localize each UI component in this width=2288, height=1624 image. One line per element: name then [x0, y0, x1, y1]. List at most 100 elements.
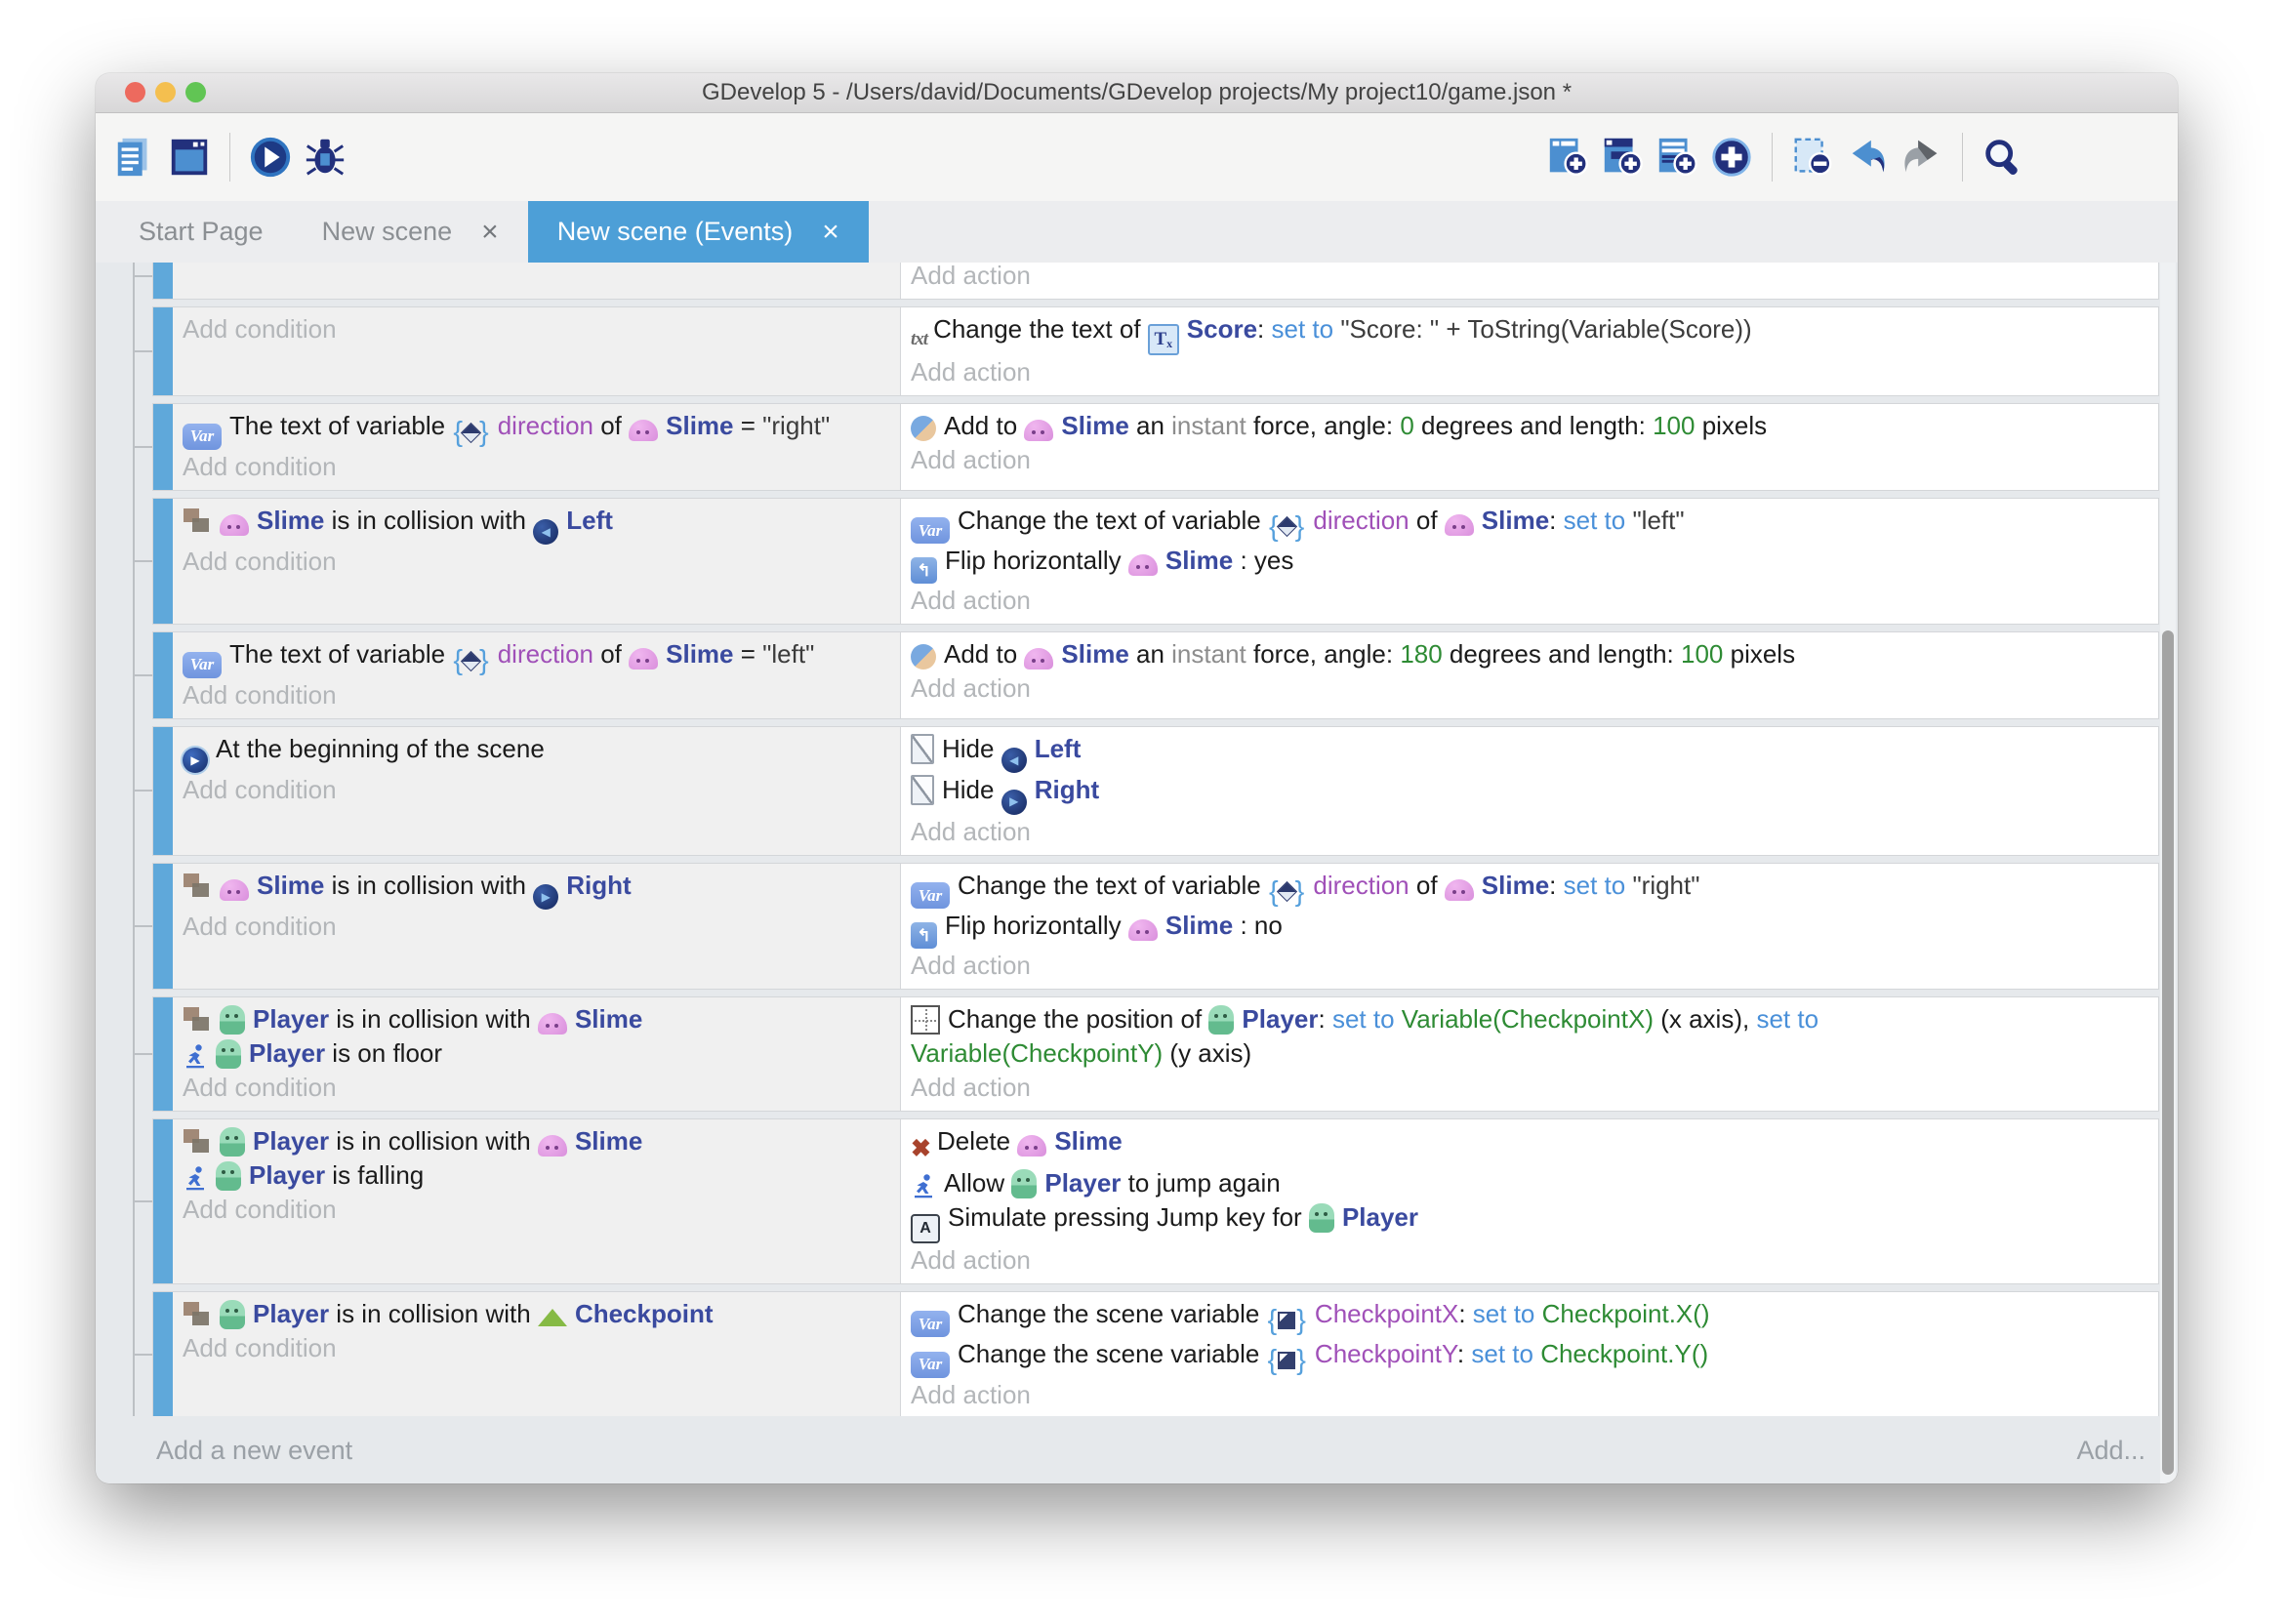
actions-cell[interactable]: VarChange the text of variable {}directi…: [901, 499, 2158, 625]
actions-cell[interactable]: Add action: [901, 263, 2158, 299]
action-line[interactable]: Add to Slime an instant force, angle: 18…: [911, 637, 2146, 671]
condition-line[interactable]: Player is in collision with Checkpoint: [183, 1297, 888, 1331]
add-action-link[interactable]: Add action: [911, 949, 2146, 983]
undo-icon[interactable]: [1843, 132, 1892, 183]
zoom-window-button[interactable]: [185, 82, 206, 102]
actions-cell[interactable]: VarChange the scene variable {}Checkpoin…: [901, 1292, 2158, 1417]
actions-cell[interactable]: VarChange the text of variable {}directi…: [901, 864, 2158, 990]
add-event-icon[interactable]: [1543, 132, 1592, 183]
actions-cell[interactable]: txtChange the text of TxScore: set to "S…: [901, 307, 2158, 395]
project-manager-icon[interactable]: [110, 132, 159, 183]
condition-line[interactable]: ▶At the beginning of the scene: [183, 732, 888, 774]
add-action-link[interactable]: Add action: [911, 671, 2146, 706]
condition-line[interactable]: Player is in collision with Slime: [183, 1002, 888, 1036]
add-new-event-button[interactable]: Add a new event: [156, 1436, 352, 1466]
actions-cell[interactable]: Add to Slime an instant force, angle: 0 …: [901, 404, 2158, 490]
event-drag-handle[interactable]: [153, 727, 173, 855]
condition-line[interactable]: Player is on floor: [183, 1036, 888, 1071]
tab-close-icon[interactable]: ×: [481, 218, 499, 247]
tab-close-icon[interactable]: ×: [822, 218, 839, 247]
action-line[interactable]: Hide ▶Right: [911, 773, 2146, 815]
event-row[interactable]: Slime is in collision with ◀LeftAdd cond…: [152, 498, 2159, 626]
add-comment-icon[interactable]: [1653, 132, 1701, 183]
add-button[interactable]: Add...: [2076, 1436, 2145, 1466]
add-action-link[interactable]: Add action: [911, 815, 2146, 849]
action-line[interactable]: txtChange the text of TxScore: set to "S…: [911, 312, 2146, 355]
add-condition-link[interactable]: Add condition: [183, 312, 888, 346]
conditions-cell[interactable]: Player is in collision with SlimePlayer …: [173, 997, 901, 1111]
event-row[interactable]: Player is in collision with SlimePlayer …: [152, 996, 2159, 1112]
play-icon[interactable]: [246, 132, 295, 183]
add-action-link[interactable]: Add action: [911, 584, 2146, 618]
debug-icon[interactable]: [301, 132, 349, 183]
event-row[interactable]: Player is in collision with Checkpoint Ad…: [152, 1291, 2159, 1417]
actions-cell[interactable]: Add to Slime an instant force, angle: 18…: [901, 632, 2158, 718]
add-action-link[interactable]: Add action: [911, 1378, 2146, 1412]
tab-start-page[interactable]: Start Page: [109, 201, 293, 263]
action-line[interactable]: ✖Delete Slime: [911, 1124, 2146, 1166]
add-action-link[interactable]: Add action: [911, 1243, 2146, 1278]
add-condition-link[interactable]: Add condition: [183, 773, 888, 807]
conditions-cell[interactable]: Player is in collision with CheckpointAd…: [173, 1292, 901, 1417]
event-row[interactable]: Player is in collision with SlimePlayer …: [152, 1118, 2159, 1284]
event-row[interactable]: Add action: [152, 263, 2159, 300]
conditions-cell[interactable]: Player is in collision with SlimePlayer …: [173, 1119, 901, 1283]
add-action-link[interactable]: Add action: [911, 1071, 2146, 1105]
condition-line[interactable]: VarThe text of variable {}direction of S…: [183, 637, 888, 678]
event-drag-handle[interactable]: [153, 307, 173, 395]
add-action-link[interactable]: Add action: [911, 263, 2146, 293]
event-drag-handle[interactable]: [153, 997, 173, 1111]
event-row[interactable]: Add condition txtChange the text of TxSco…: [152, 306, 2159, 396]
search-icon[interactable]: [1979, 132, 2027, 183]
action-line[interactable]: ↰Flip horizontally Slime : no: [911, 909, 2146, 949]
delete-event-icon[interactable]: [1788, 132, 1837, 183]
conditions-cell[interactable]: VarThe text of variable {}direction of S…: [173, 404, 901, 490]
action-line[interactable]: VarChange the scene variable {}Checkpoin…: [911, 1297, 2146, 1338]
action-line[interactable]: VarChange the scene variable {}Checkpoin…: [911, 1337, 2146, 1378]
action-line[interactable]: ↰Flip horizontally Slime : yes: [911, 544, 2146, 584]
event-drag-handle[interactable]: [153, 632, 173, 718]
conditions-cell[interactable]: ▶At the beginning of the sceneAdd condit…: [173, 727, 901, 855]
tab-new-scene[interactable]: New scene×: [293, 201, 528, 263]
action-line[interactable]: Add to Slime an instant force, angle: 0 …: [911, 409, 2146, 443]
actions-cell[interactable]: ✖Delete SlimeAllow Player to jump againA…: [901, 1119, 2158, 1283]
event-drag-handle[interactable]: [153, 404, 173, 490]
event-drag-handle[interactable]: [153, 263, 173, 299]
action-line[interactable]: ASimulate pressing Jump key for Player: [911, 1200, 2146, 1243]
condition-line[interactable]: Slime is in collision with ◀Left: [183, 504, 888, 546]
conditions-cell[interactable]: [173, 263, 901, 299]
add-action-link[interactable]: Add action: [911, 443, 2146, 477]
add-circle-icon[interactable]: [1707, 132, 1756, 183]
add-condition-link[interactable]: Add condition: [183, 545, 888, 579]
redo-icon[interactable]: [1898, 132, 1946, 183]
event-row[interactable]: ▶At the beginning of the sceneAdd condit…: [152, 726, 2159, 856]
event-row[interactable]: VarThe text of variable {}direction of S…: [152, 403, 2159, 491]
add-condition-link[interactable]: Add condition: [183, 1193, 888, 1227]
event-drag-handle[interactable]: [153, 499, 173, 625]
actions-cell[interactable]: Hide ◀LeftHide ▶RightAdd action: [901, 727, 2158, 855]
event-drag-handle[interactable]: [153, 1292, 173, 1417]
action-line[interactable]: VarChange the text of variable {}directi…: [911, 869, 2146, 910]
add-action-link[interactable]: Add action: [911, 355, 2146, 389]
event-drag-handle[interactable]: [153, 864, 173, 990]
event-row[interactable]: VarThe text of variable {}direction of S…: [152, 631, 2159, 719]
conditions-cell[interactable]: Add condition: [173, 307, 901, 395]
conditions-cell[interactable]: Slime is in collision with ◀LeftAdd cond…: [173, 499, 901, 625]
conditions-cell[interactable]: Slime is in collision with ▶RightAdd con…: [173, 864, 901, 990]
tab-new-scene-events-[interactable]: New scene (Events)×: [528, 201, 869, 263]
condition-line[interactable]: Player is in collision with Slime: [183, 1124, 888, 1158]
action-line[interactable]: Change the position of Player: set to Va…: [911, 1002, 2146, 1036]
action-line[interactable]: Hide ◀Left: [911, 732, 2146, 774]
action-line[interactable]: Variable(CheckpointY) (y axis): [911, 1036, 2146, 1071]
action-line[interactable]: VarChange the text of variable {}directi…: [911, 504, 2146, 545]
add-condition-link[interactable]: Add condition: [183, 910, 888, 944]
add-condition-link[interactable]: Add condition: [183, 678, 888, 712]
add-condition-link[interactable]: Add condition: [183, 1071, 888, 1105]
add-condition-link[interactable]: Add condition: [183, 450, 888, 484]
condition-line[interactable]: Player is falling: [183, 1158, 888, 1193]
action-line[interactable]: Allow Player to jump again: [911, 1166, 2146, 1200]
conditions-cell[interactable]: VarThe text of variable {}direction of S…: [173, 632, 901, 718]
event-row[interactable]: Slime is in collision with ▶RightAdd con…: [152, 863, 2159, 991]
scene-editor-icon[interactable]: [165, 132, 214, 183]
event-drag-handle[interactable]: [153, 1119, 173, 1283]
